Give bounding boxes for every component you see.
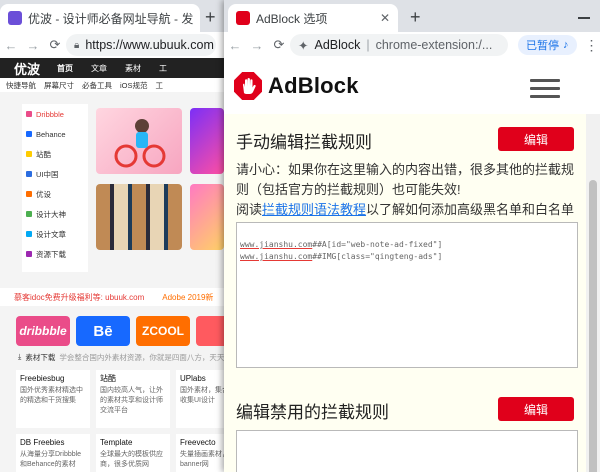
filter-rule-line: www.jianshu.com##A[id="web-note-ad-fixed… (240, 240, 443, 249)
new-tab-plus-icon[interactable]: + (410, 8, 421, 26)
edit-disabled-filters-button[interactable]: 编辑 (498, 397, 574, 421)
paused-badge[interactable]: 已暂停 ♪ (518, 35, 577, 55)
category-item[interactable]: UI中国 (22, 164, 88, 184)
downloads-header: ⤓ 素材下载 学会整合国内外素材资源，你就是四面八方，天天有 (0, 350, 224, 364)
adblock-favicon-icon (236, 11, 250, 25)
category-item[interactable]: Dribbble (22, 104, 88, 124)
featured-thumbnail[interactable] (190, 108, 224, 174)
forward-arrow-icon[interactable]: → (246, 38, 268, 53)
featured-thumbnail[interactable] (96, 184, 182, 250)
hamburger-menu-icon[interactable] (530, 79, 560, 103)
quick-link[interactable]: iOS规范 (120, 80, 148, 91)
cyclist-illustration-icon (114, 119, 166, 168)
right-toolbar: ← → ⟳ ✦ AdBlock | chrome-extension:/... … (224, 32, 600, 58)
category-item[interactable]: 资源下载 (22, 244, 88, 264)
address-bar[interactable]: 🔒︎ https://www.ubuuk.com (66, 34, 216, 56)
forward-arrow-icon[interactable]: → (22, 38, 44, 53)
quick-link[interactable]: 工 (156, 80, 164, 91)
back-arrow-icon[interactable]: ← (0, 38, 22, 53)
close-tab-icon[interactable]: ✕ (380, 11, 390, 25)
minimize-icon[interactable] (578, 17, 590, 19)
brand-tile-behance[interactable]: Bē (76, 316, 130, 346)
ubuuk-favicon-icon (8, 11, 22, 25)
brand-tile-dribbble[interactable]: dribbble (16, 316, 70, 346)
resource-card[interactable]: DB Freebies 从海量分享Dribbble和Behance的素材 (16, 434, 90, 472)
nav-home[interactable]: 首页 (57, 63, 73, 74)
tab-title: AdBlock 选项 (256, 11, 328, 26)
adblock-header: AdBlock (224, 58, 600, 114)
reload-icon[interactable]: ⟳ (268, 37, 290, 53)
filter-rule-line: www.jianshu.com##IMG[class="qingteng-ads… (240, 252, 443, 261)
lock-icon: 🔒︎ (74, 39, 80, 51)
adblock-stop-hand-icon (234, 72, 262, 100)
site-navbar: 优波 首页 文章 素材 工 (0, 58, 224, 78)
adblock-logo[interactable]: AdBlock (234, 72, 359, 100)
resource-card[interactable]: Template 全球最大的模板供应商，很多优质网 (96, 434, 170, 472)
right-tabstrip: AdBlock 选项 ✕ + (224, 0, 600, 32)
disabled-filters-textarea[interactable] (236, 430, 578, 472)
news-ticker: 慕客idoc免费升级福利等: ubuuk.com Adobe 2019新 (0, 288, 224, 306)
nav-materials[interactable]: 素材 (125, 63, 141, 74)
resource-card[interactable]: Freebiesbug 国外优秀素材精选中的精选和干货搜集 (16, 370, 90, 428)
resource-card[interactable]: 站酷 国内较高人气，让外的素材共享和设计师交流平台 (96, 370, 170, 428)
quick-link[interactable]: 屏幕尺寸 (44, 80, 74, 91)
menu-dots-icon[interactable]: ⋮ (585, 37, 599, 54)
filter-syntax-tutorial-link[interactable]: 拦截规则语法教程 (262, 202, 366, 217)
adblock-wordmark: AdBlock (268, 73, 359, 98)
download-icon: ⤓ (18, 352, 22, 361)
extension-puzzle-icon: ✦ (298, 38, 309, 53)
tab-ubuuk[interactable]: 优波 - 设计师必备网址导航 - 发 (0, 4, 200, 32)
site-logo[interactable]: 优波 (14, 59, 40, 78)
music-note-icon: ♪ (563, 39, 569, 51)
edit-custom-filters-button[interactable]: 编辑 (498, 127, 574, 151)
featured-thumbnail[interactable] (190, 184, 224, 250)
nav-articles[interactable]: 文章 (91, 63, 107, 74)
tab-adblock-options[interactable]: AdBlock 选项 ✕ (228, 4, 398, 32)
downloads-note: 学会整合国内外素材资源，你就是四面八方，天天有 (59, 352, 224, 362)
page-scrollbar[interactable] (586, 114, 600, 472)
url-text: https://www.ubuuk.com (85, 38, 214, 52)
address-bar[interactable]: ✦ AdBlock | chrome-extension:/... (290, 34, 508, 56)
section-title-disabled-filters: 编辑禁用的拦截规则 (236, 403, 389, 422)
category-item[interactable]: Behance (22, 124, 88, 144)
nav-tools[interactable]: 工 (159, 63, 167, 74)
back-arrow-icon[interactable]: ← (224, 38, 246, 53)
adblock-browser-window: AdBlock 选项 ✕ + ← → ⟳ ✦ AdBlock | chrome-… (224, 0, 600, 472)
left-toolbar: ← → ⟳ 🔒︎ https://www.ubuuk.com (0, 32, 224, 58)
new-tab-plus-icon[interactable]: + (205, 8, 216, 26)
ticker-item[interactable]: Adobe 2019新 (162, 292, 213, 303)
custom-filters-textarea[interactable]: www.jianshu.com##A[id="web-note-ad-fixed… (236, 222, 578, 368)
address-label: AdBlock (314, 38, 361, 52)
left-browser-window: 优波 - 设计师必备网址导航 - 发 + ← → ⟳ 🔒︎ https://ww… (0, 0, 224, 472)
category-list: Dribbble Behance 站酷 UI中国 优设 设计大神 设计文章 资源… (22, 104, 88, 272)
brand-tile-zcool[interactable]: ZCOOL (136, 316, 190, 346)
quick-link[interactable]: 快捷导航 (6, 80, 36, 91)
resource-card[interactable]: UPlabs国外素材，集合素材收集UI设计 (176, 370, 224, 428)
ticker-item[interactable]: 慕客idoc免费升级福利等: ubuuk.com (14, 292, 144, 303)
category-item[interactable]: 设计大神 (22, 204, 88, 224)
tab-title: 优波 - 设计师必备网址导航 - 发 (28, 11, 194, 26)
url-text: chrome-extension:/... (375, 38, 493, 52)
resource-card[interactable]: Freevecto失量插画素材，banner网 (176, 434, 224, 472)
section-title-custom-filters: 手动编辑拦截规则 (236, 133, 372, 152)
category-item[interactable]: 站酷 (22, 144, 88, 164)
left-tabstrip: 优波 - 设计师必备网址导航 - 发 + (0, 0, 224, 32)
scrollbar-thumb[interactable] (589, 180, 597, 472)
reload-icon[interactable]: ⟳ (44, 37, 66, 53)
quick-link[interactable]: 必备工具 (82, 80, 112, 91)
downloads-title: 素材下载 (25, 352, 56, 362)
category-item[interactable]: 优设 (22, 184, 88, 204)
brand-tile-airbnb[interactable] (196, 316, 224, 346)
featured-thumbnail[interactable] (96, 108, 182, 174)
quick-links-bar: 快捷导航 屏幕尺寸 必备工具 iOS规范 工 (0, 78, 224, 92)
category-item[interactable]: 设计文章 (22, 224, 88, 244)
